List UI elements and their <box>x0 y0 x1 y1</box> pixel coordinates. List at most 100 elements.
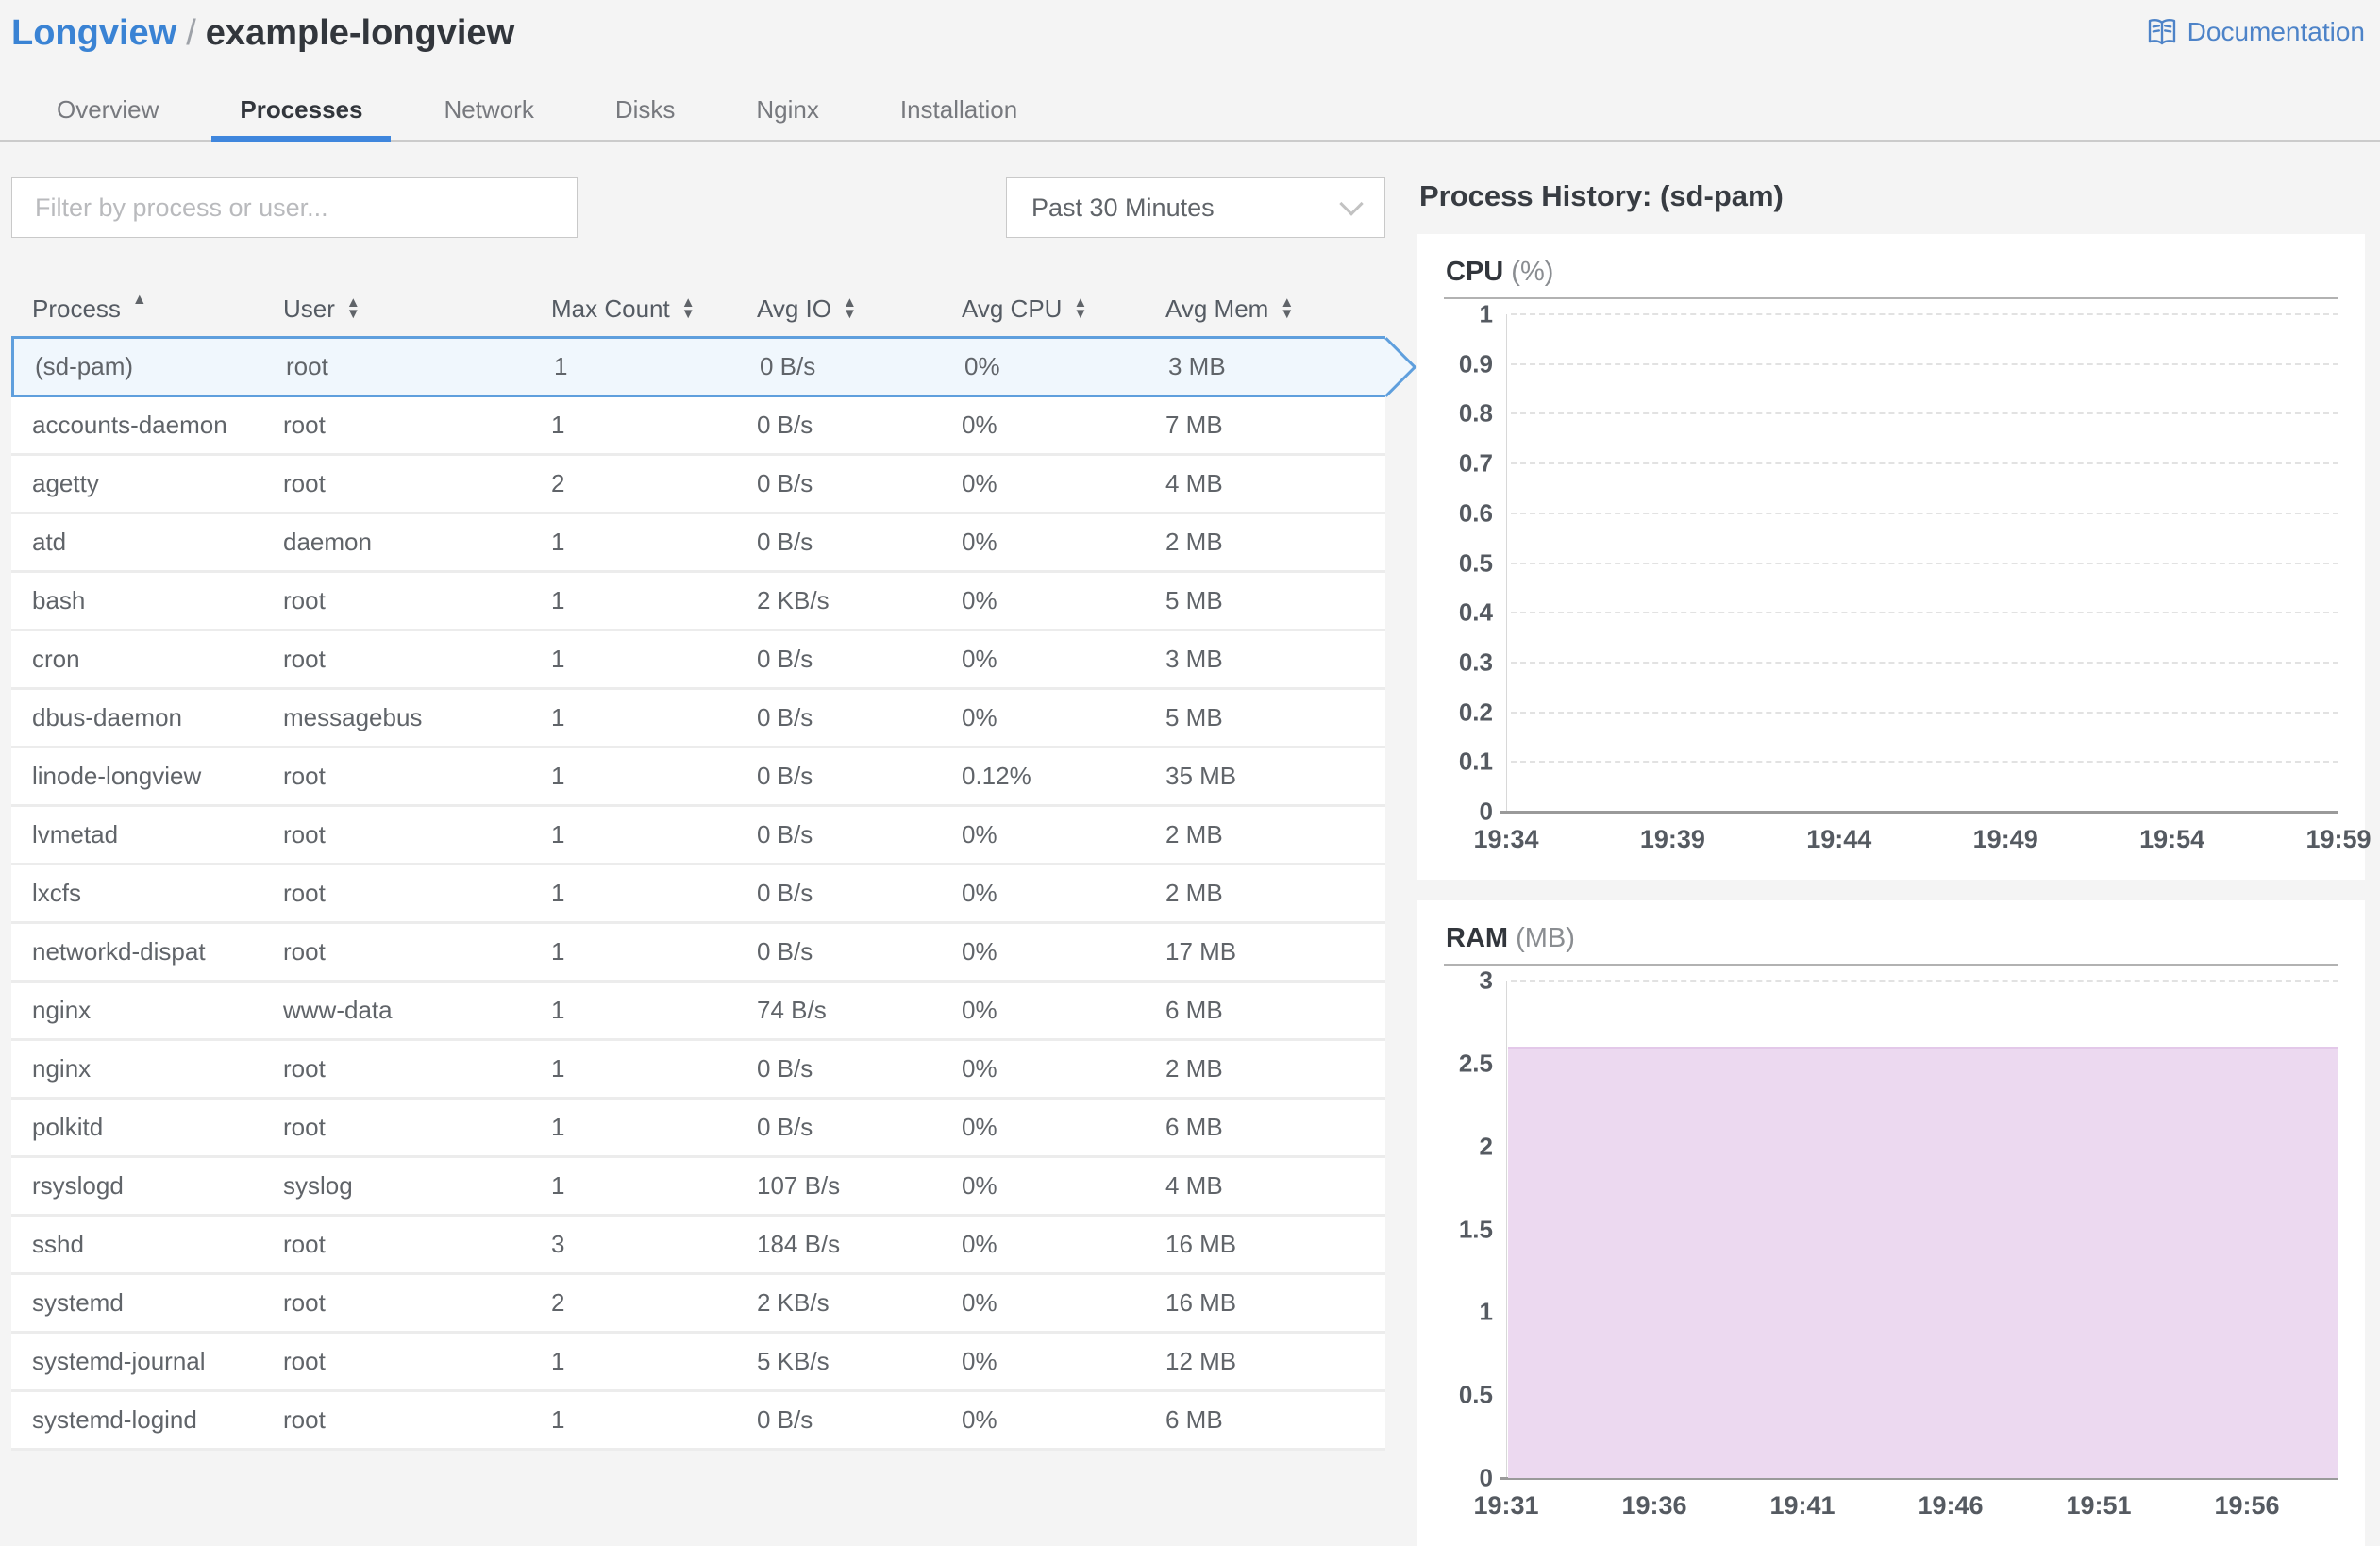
table-cell: accounts-daemon <box>32 411 227 439</box>
table-row[interactable]: rsyslogd syslog 1 107 B/s 0% 4 MB <box>11 1158 1385 1217</box>
table-cell: 2 MB <box>1165 1054 1223 1083</box>
table-cell: 0 B/s <box>757 1113 813 1141</box>
tab-overview[interactable]: Overview <box>28 82 187 142</box>
table-cell: 0% <box>962 411 997 439</box>
table-cell: nginx <box>32 996 92 1024</box>
column-header-avg-mem[interactable]: Avg Mem ▲ ▼ <box>1165 294 1385 324</box>
tab-nginx[interactable]: Nginx <box>728 82 846 142</box>
main-content: Past 30 Minutes Process ▲ User ▲▼ Max Count ▲… <box>0 142 2380 1546</box>
cpu-gridline <box>1511 761 2338 764</box>
sort-ascending-icon: ▲ <box>131 292 147 308</box>
table-row[interactable]: linode-longview root 1 0 B/s 0.12% 35 MB <box>11 748 1385 807</box>
cpu-y-tick-label: 0.1 <box>1458 747 1493 776</box>
table-cell: 0% <box>962 469 997 497</box>
table-row[interactable]: networkd-dispat root 1 0 B/s 0% 17 MB <box>11 924 1385 983</box>
cpu-y-tick-label: 0.3 <box>1458 647 1493 677</box>
table-cell: 0 B/s <box>757 645 813 673</box>
table-cell: root <box>283 879 326 907</box>
cpu-x-axis-line <box>1500 811 2338 814</box>
ram-x-tick-label: 19:46 <box>1918 1491 1984 1520</box>
table-row[interactable]: (sd-pam) root 1 0 B/s 0% 3 MB <box>11 336 1417 397</box>
ram-plot-area <box>1500 980 2338 1480</box>
cpu-x-tick-label: 19:39 <box>1639 825 1705 853</box>
table-cell: 0% <box>962 1347 997 1375</box>
cpu-y-tick-label: 0.8 <box>1458 398 1493 428</box>
column-label: Avg IO <box>757 294 832 323</box>
ram-area-series <box>1508 1047 2338 1478</box>
page-title: example-longview <box>205 13 515 53</box>
table-row[interactable]: cron root 1 0 B/s 0% 3 MB <box>11 631 1385 690</box>
selected-row-pointer <box>1356 336 1417 397</box>
ram-x-tick-label: 19:31 <box>1473 1491 1539 1520</box>
ram-y-axis: 3 2.5 2 1.5 1 0.5 0 <box>1444 966 1506 1492</box>
cpu-gridline <box>1511 661 2338 664</box>
cpu-y-tick-label: 0 <box>1479 797 1493 826</box>
table-cell: systemd-journal <box>32 1347 206 1375</box>
cpu-x-tick-label: 19:34 <box>1473 825 1539 853</box>
table-cell: 1 <box>551 762 565 790</box>
tab-installation[interactable]: Installation <box>872 82 1046 142</box>
tab-network[interactable]: Network <box>415 82 561 142</box>
table-cell: 1 <box>551 1113 565 1141</box>
tab-bar: Overview Processes Network Disks Nginx Instal… <box>0 82 2380 142</box>
documentation-link[interactable]: Documentation <box>2144 17 2365 47</box>
ram-x-axis: 19:31 19:36 19:41 19:46 19:51 19:56 <box>1473 1491 2338 1535</box>
table-row[interactable]: accounts-daemon root 1 0 B/s 0% 7 MB <box>11 397 1385 456</box>
ram-y-tick-label: 1.5 <box>1458 1215 1493 1243</box>
table-cell: 4 MB <box>1165 469 1223 497</box>
column-header-avg-io[interactable]: Avg IO ▲ ▼ <box>757 294 962 324</box>
table-cell: messagebus <box>283 703 423 731</box>
table-cell: root <box>283 937 326 966</box>
table-row[interactable]: bash root 1 2 KB/s 0% 5 MB <box>11 573 1385 631</box>
time-range-select[interactable]: Past 30 Minutes <box>1006 177 1385 238</box>
cpu-gridline <box>1511 362 2338 365</box>
sort-toggle-icon: ▲ ▼ <box>680 294 696 322</box>
table-cell: 6 MB <box>1165 1113 1223 1141</box>
table-row[interactable]: agetty root 2 0 B/s 0% 4 MB <box>11 456 1385 514</box>
cpu-gridline <box>1511 562 2338 564</box>
cpu-y-tick-label: 1 <box>1479 299 1493 328</box>
table-row[interactable]: polkitd root 1 0 B/s 0% 6 MB <box>11 1100 1385 1158</box>
cpu-y-tick-label: 0.6 <box>1458 498 1493 528</box>
table-cell: 1 <box>554 352 568 380</box>
table-cell: 0% <box>962 879 997 907</box>
process-filter-input[interactable] <box>11 177 578 238</box>
table-body: (sd-pam) root 1 0 B/s 0% 3 MB accounts-daemon r… <box>11 336 1417 1451</box>
table-cell: systemd-logind <box>32 1405 197 1434</box>
table-cell: 0 B/s <box>757 879 813 907</box>
tab-disks[interactable]: Disks <box>587 82 704 142</box>
table-cell: 17 MB <box>1165 937 1237 966</box>
ram-chart-card: RAM (MB) 3 2.5 2 1.5 1 0.5 0 19:31 19:36 19:41 19:4… <box>1417 900 2365 1546</box>
table-row[interactable]: sshd root 3 184 B/s 0% 16 MB <box>11 1217 1385 1275</box>
table-row[interactable]: nginx root 1 0 B/s 0% 2 MB <box>11 1041 1385 1100</box>
column-header-avg-cpu[interactable]: Avg CPU ▲ ▼ <box>962 294 1165 324</box>
table-cell: 6 MB <box>1165 1405 1223 1434</box>
breadcrumb-separator: / <box>186 13 196 53</box>
table-cell: 1 <box>551 411 565 439</box>
ram-chart: 3 2.5 2 1.5 1 0.5 0 19:31 19:36 19:41 19:46 19:51 19… <box>1444 966 2338 1535</box>
table-row[interactable]: systemd root 2 2 KB/s 0% 16 MB <box>11 1275 1385 1334</box>
breadcrumb-longview-link[interactable]: Longview <box>11 13 176 53</box>
table-cell: 3 MB <box>1165 645 1223 673</box>
table-row[interactable]: nginx www-data 1 74 B/s 0% 6 MB <box>11 983 1385 1041</box>
table-cell: 2 MB <box>1165 820 1223 849</box>
cpu-x-tick-label: 19:54 <box>2139 825 2205 853</box>
column-header-max-count[interactable]: Max Count ▲ ▼ <box>551 294 757 324</box>
table-row[interactable]: systemd-logind root 1 0 B/s 0% 6 MB <box>11 1392 1385 1451</box>
table-row[interactable]: lxcfs root 1 0 B/s 0% 2 MB <box>11 865 1385 924</box>
table-row[interactable]: systemd-journal root 1 5 KB/s 0% 12 MB <box>11 1334 1385 1392</box>
table-cell: 0 B/s <box>757 469 813 497</box>
table-cell: 74 B/s <box>757 996 827 1024</box>
table-cell: root <box>283 1405 326 1434</box>
column-header-process[interactable]: Process ▲ <box>11 292 283 324</box>
table-cell: lvmetad <box>32 820 119 849</box>
table-row[interactable]: lvmetad root 1 0 B/s 0% 2 MB <box>11 807 1385 865</box>
table-row[interactable]: atd daemon 1 0 B/s 0% 2 MB <box>11 514 1385 573</box>
sort-toggle-icon: ▲ ▼ <box>843 294 857 322</box>
cpu-gridline <box>1511 313 2338 315</box>
column-header-user[interactable]: User ▲ ▼ <box>283 294 551 324</box>
ram-divider <box>1444 964 2338 966</box>
tab-processes[interactable]: Processes <box>211 82 392 142</box>
table-row[interactable]: dbus-daemon messagebus 1 0 B/s 0% 5 MB <box>11 690 1385 748</box>
table-cell: 0 B/s <box>757 411 813 439</box>
